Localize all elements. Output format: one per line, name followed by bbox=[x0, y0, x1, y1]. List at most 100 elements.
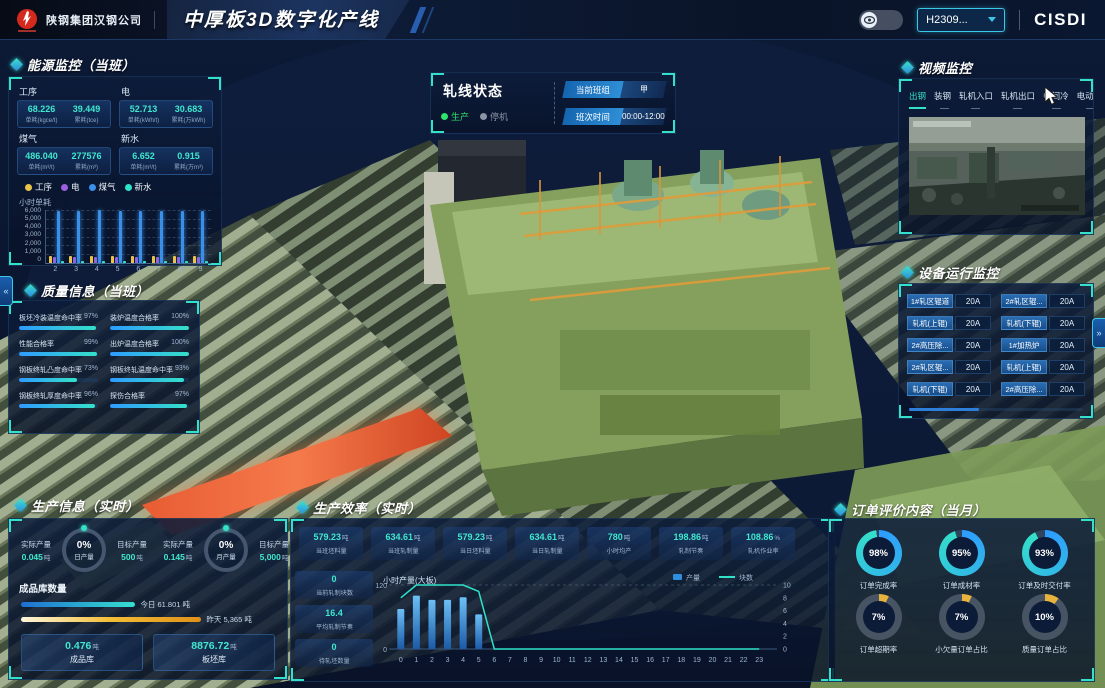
devices-panel: 1#轧区辊道20A 2#轧区辊...20A 轧机(上辊)20A 轧机(下辊)20… bbox=[898, 283, 1094, 419]
efficiency-side-stats: 0当前轧制块数 16.4平均轧制节奏 0待轧坯数量 bbox=[295, 571, 373, 667]
svg-text:4: 4 bbox=[461, 657, 465, 664]
svg-text:10: 10 bbox=[553, 657, 561, 664]
bar-plot bbox=[45, 210, 211, 264]
quality-metric: 钢板终轧厚度命中率96% bbox=[19, 391, 98, 408]
stat-card: 579.23吨当班坯料量 bbox=[299, 527, 363, 560]
legend-item[interactable]: 工序 bbox=[25, 181, 52, 193]
svg-text:10: 10 bbox=[783, 583, 791, 590]
svg-text:6: 6 bbox=[492, 657, 496, 664]
energy-chart-label: 小时单耗 bbox=[19, 197, 221, 208]
heat-number-value: H2309... bbox=[926, 14, 968, 26]
horizontal-scrollbar[interactable] bbox=[909, 408, 1083, 411]
tab-camera[interactable]: 中间冷 bbox=[1043, 90, 1069, 109]
orders-panel: 98%订单完成率 95%订单成材率 93%订单及时交付率 7%订单超期率 7%小… bbox=[828, 518, 1095, 682]
shift-time-button[interactable]: 班次时间 00:00-12:00 bbox=[562, 108, 667, 125]
svg-text:20: 20 bbox=[709, 657, 717, 664]
energy-chart-legend: 工序 电 煤气 新水 bbox=[9, 175, 221, 193]
svg-text:4: 4 bbox=[783, 621, 787, 628]
device-row: 轧机(下辊)20A bbox=[907, 382, 991, 396]
quality-metric: 装炉温度合格率100% bbox=[110, 313, 189, 330]
hourly-output-chart: 0123456789101112131415161718192021222312… bbox=[375, 571, 830, 677]
orders-panel-title: 订单评价内容（当月） bbox=[836, 500, 986, 519]
tab-camera[interactable]: 电动热 bbox=[1077, 90, 1093, 109]
energy-group-process: 工序 68.226单耗(kgce/t) 39.449累耗(tce) bbox=[17, 83, 111, 128]
legend-stopped: 停机 bbox=[480, 110, 508, 123]
ring-gauge: 0% 月产量 bbox=[204, 528, 248, 572]
heat-number-select[interactable]: H2309... bbox=[917, 8, 1005, 32]
svg-text:2: 2 bbox=[783, 634, 787, 641]
svg-text:14: 14 bbox=[615, 657, 623, 664]
video-panel-title: 视频监控 bbox=[903, 58, 972, 77]
device-row: 轧机(下辊)20A bbox=[1001, 316, 1085, 330]
energy-group-gas: 煤气 486.040单耗(m³/t) 277576累耗(m³) bbox=[17, 130, 111, 175]
page-title: 中厚板3D数字化产线 bbox=[183, 10, 379, 31]
svg-text:9: 9 bbox=[539, 657, 543, 664]
production-panel: 实际产量 0.045吨 0% 日产量 目标产量 500吨 实际产量 0.145吨… bbox=[8, 518, 288, 680]
svg-text:8: 8 bbox=[524, 657, 528, 664]
top-header: 陕钢集团汉钢公司 中厚板3D数字化产线 H2309... CISDI bbox=[0, 0, 1105, 40]
quality-metric: 板坯冷装温度命中率97% bbox=[19, 313, 98, 330]
diamond-icon bbox=[24, 284, 37, 297]
energy-hourly-chart: 6,0005,0004,0003,0002,0001,0000 23456789 bbox=[15, 210, 213, 280]
svg-text:15: 15 bbox=[631, 657, 639, 664]
legend-production: 生产 bbox=[441, 110, 469, 123]
order-gauge: 7%订单超期率 bbox=[837, 594, 920, 655]
header-divider bbox=[1019, 10, 1020, 30]
divider bbox=[554, 82, 555, 124]
quality-metric: 探伤合格率97% bbox=[110, 391, 189, 408]
scrollbar-thumb[interactable] bbox=[909, 408, 979, 411]
legend-item[interactable]: 煤气 bbox=[89, 181, 116, 193]
stat-card: 198.86吨轧制节奏 bbox=[659, 527, 723, 560]
collapse-right-tab[interactable]: » bbox=[1092, 318, 1105, 348]
video-panel: 出钢 装钢 轧机入口 轧机出口 中间冷 电动热 bbox=[898, 78, 1094, 235]
tab-camera[interactable]: 轧机入口 bbox=[959, 90, 993, 109]
stock-title: 成品库数量 bbox=[19, 581, 287, 595]
legend-item[interactable]: 电 bbox=[61, 181, 80, 193]
shift-team-button[interactable]: 当前班组 甲 bbox=[562, 81, 667, 98]
order-gauge: 10%质量订单占比 bbox=[1003, 594, 1086, 655]
collapse-left-tab[interactable]: « bbox=[0, 276, 13, 306]
finished-stock-card[interactable]: 0.476吨 成品库 bbox=[21, 634, 143, 671]
svg-text:12: 12 bbox=[584, 657, 592, 664]
svg-text:0: 0 bbox=[399, 657, 403, 664]
eye-icon bbox=[861, 12, 877, 28]
device-row: 1#轧区辊道20A bbox=[907, 294, 991, 308]
energy-panel-title: 能源监控（当班） bbox=[12, 55, 135, 74]
svg-text:13: 13 bbox=[599, 657, 607, 664]
device-row: 2#高压除...20A bbox=[907, 338, 991, 352]
stock-bar-today: 今日 61.801 吨 bbox=[21, 599, 287, 610]
diamond-icon bbox=[14, 499, 27, 512]
camera-feed[interactable] bbox=[909, 117, 1085, 215]
svg-text:5: 5 bbox=[477, 657, 481, 664]
x-axis: 23456789 bbox=[45, 266, 211, 273]
svg-text:7: 7 bbox=[508, 657, 512, 664]
svg-text:3: 3 bbox=[446, 657, 450, 664]
svg-text:6: 6 bbox=[783, 608, 787, 615]
slab-stock-card[interactable]: 8876.72吨 板坯库 bbox=[153, 634, 275, 671]
donut-chart: 10% bbox=[1022, 594, 1068, 640]
line-status-title: 轧线状态 bbox=[443, 81, 545, 101]
tab-camera[interactable]: 装钢 bbox=[934, 90, 951, 109]
legend-item[interactable]: 新水 bbox=[125, 181, 152, 193]
order-gauge: 93%订单及时交付率 bbox=[1003, 530, 1086, 591]
tab-camera[interactable]: 出钢 bbox=[909, 90, 926, 109]
company-name: 陕钢集团汉钢公司 bbox=[46, 12, 142, 28]
stat-card: 634.61吨当班轧制量 bbox=[371, 527, 435, 560]
svg-text:19: 19 bbox=[693, 657, 701, 664]
efficiency-panel-title: 生产效率（实时） bbox=[298, 498, 421, 517]
daily-output-gauge: 实际产量 0.045吨 0% 日产量 目标产量 500吨 bbox=[13, 528, 155, 572]
cisdi-logo: CISDI bbox=[1034, 10, 1087, 30]
svg-text:23: 23 bbox=[755, 657, 763, 664]
svg-text:120: 120 bbox=[375, 583, 387, 590]
svg-text:2: 2 bbox=[430, 657, 434, 664]
company-logo-icon bbox=[14, 7, 40, 33]
svg-text:产量: 产量 bbox=[686, 573, 700, 582]
visibility-toggle[interactable] bbox=[859, 10, 903, 30]
y-axis: 6,0005,0004,0003,0002,0001,0000 bbox=[15, 207, 41, 263]
svg-text:21: 21 bbox=[724, 657, 732, 664]
quality-metric: 性能合格率99% bbox=[19, 339, 98, 356]
tab-camera[interactable]: 轧机出口 bbox=[1001, 90, 1035, 109]
stat-card: 0待轧坯数量 bbox=[295, 639, 373, 667]
svg-text:16: 16 bbox=[646, 657, 654, 664]
svg-text:1: 1 bbox=[414, 657, 418, 664]
